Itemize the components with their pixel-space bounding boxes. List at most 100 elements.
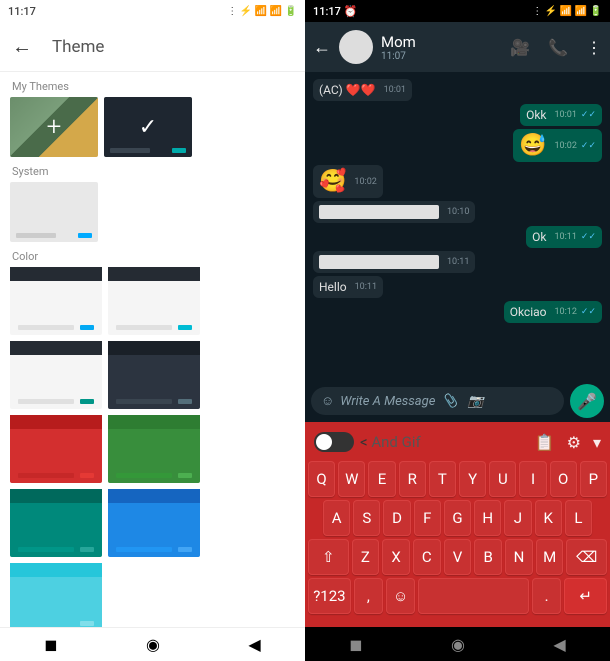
key[interactable]: E <box>368 461 395 497</box>
message-bubble[interactable]: 🥰10:02 <box>313 165 383 198</box>
nav-back-icon[interactable]: ◀ <box>553 635 565 654</box>
color-swatch[interactable] <box>108 341 200 409</box>
key-space[interactable] <box>418 578 529 614</box>
key[interactable]: ⇧ <box>308 539 349 575</box>
key[interactable]: P <box>580 461 607 497</box>
video-call-icon[interactable]: 🎥 <box>510 38 530 57</box>
key[interactable]: H <box>474 500 501 536</box>
key[interactable]: D <box>383 500 410 536</box>
key-comma[interactable]: , <box>354 578 383 614</box>
chat-panel: 11:17 ⏰ ⋮ ⚡ 📶 📶 🔋 ← Mom 11:07 🎥 📞 ⋮ (AC)… <box>305 0 610 661</box>
key[interactable]: B <box>474 539 502 575</box>
message-bubble[interactable]: Hello10:11 <box>313 276 383 298</box>
keyboard-suggestion[interactable]: < And Gif <box>360 433 529 451</box>
key[interactable]: F <box>414 500 441 536</box>
key[interactable]: C <box>413 539 441 575</box>
message-bubble[interactable]: 10:11 <box>313 251 475 273</box>
avatar[interactable] <box>339 30 373 64</box>
nav-recent-icon[interactable]: ◼ <box>44 635 57 654</box>
camera-icon[interactable]: 📷 <box>468 394 484 409</box>
key[interactable]: Y <box>459 461 486 497</box>
color-swatch[interactable] <box>108 267 200 335</box>
my-themes-grid <box>0 97 305 157</box>
color-swatch[interactable] <box>10 341 102 409</box>
android-nav-bar: ◼ ◉ ◀ <box>305 627 610 661</box>
message-bubble[interactable]: Ok10:11✓✓ <box>526 226 602 248</box>
key[interactable]: N <box>505 539 533 575</box>
emoji-icon[interactable]: ☺ <box>321 393 334 409</box>
clipboard-icon[interactable]: 📋 <box>535 433 555 452</box>
key[interactable]: O <box>550 461 577 497</box>
key[interactable]: U <box>489 461 516 497</box>
status-icons: ⋮ ⚡ 📶 📶 🔋 <box>227 6 297 17</box>
color-swatch[interactable] <box>10 563 102 631</box>
key[interactable]: A <box>323 500 350 536</box>
page-title: Theme <box>52 37 104 57</box>
key[interactable]: X <box>382 539 410 575</box>
back-arrow-icon[interactable]: ← <box>313 37 331 58</box>
theme-settings-panel: 11:17 ⋮ ⚡ 📶 📶 🔋 ← Theme My Themes System… <box>0 0 305 661</box>
chat-header: ← Mom 11:07 🎥 📞 ⋮ <box>305 22 610 72</box>
key[interactable]: K <box>535 500 562 536</box>
message-row: 10:11 <box>313 251 602 273</box>
color-swatch[interactable] <box>108 415 200 483</box>
back-arrow-icon[interactable]: ← <box>12 34 32 59</box>
keyboard-row: QWERTYUIOP <box>308 461 607 497</box>
section-color: Color <box>0 242 305 267</box>
key[interactable]: T <box>429 461 456 497</box>
nav-back-icon[interactable]: ◀ <box>248 635 260 654</box>
key[interactable]: W <box>338 461 365 497</box>
key[interactable]: J <box>504 500 531 536</box>
chat-body[interactable]: (AC) ❤️❤️10:01 Okk10:01✓✓ 😅10:02✓✓ 🥰10:02 10… <box>305 72 610 380</box>
more-icon[interactable]: ⋮ <box>586 38 602 57</box>
message-bubble[interactable]: Okciao10:12✓✓ <box>504 301 602 323</box>
section-my-themes: My Themes <box>0 72 305 97</box>
color-swatch[interactable] <box>10 415 102 483</box>
collapse-icon[interactable]: ▾ <box>593 433 601 452</box>
key[interactable]: I <box>519 461 546 497</box>
key[interactable]: M <box>536 539 564 575</box>
color-swatch[interactable] <box>10 489 102 557</box>
key[interactable]: L <box>565 500 592 536</box>
key[interactable]: S <box>353 500 380 536</box>
nav-home-icon[interactable]: ◉ <box>146 635 160 654</box>
selected-theme-card[interactable] <box>104 97 192 157</box>
contact-name: Mom <box>381 33 502 51</box>
settings-icon[interactable]: ⚙ <box>567 433 581 452</box>
key[interactable]: ⌫ <box>566 539 607 575</box>
nav-recent-icon[interactable]: ◼ <box>349 635 362 654</box>
keyboard-toggle[interactable] <box>314 432 354 452</box>
nav-home-icon[interactable]: ◉ <box>451 635 465 654</box>
message-bubble[interactable]: 😅10:02✓✓ <box>513 129 602 162</box>
input-placeholder: Write A Message <box>340 394 435 409</box>
attach-icon[interactable]: 📎 <box>441 394 457 409</box>
mic-button[interactable]: 🎤 <box>570 384 604 418</box>
key[interactable]: G <box>444 500 471 536</box>
key-enter[interactable]: ↵ <box>564 578 607 614</box>
message-row: 10:10 <box>313 201 602 223</box>
add-theme-card[interactable] <box>10 97 98 157</box>
key-emoji[interactable]: ☺ <box>386 578 415 614</box>
voice-call-icon[interactable]: 📞 <box>548 38 568 57</box>
key[interactable]: R <box>399 461 426 497</box>
key[interactable]: Z <box>352 539 380 575</box>
message-row: 🥰10:02 <box>313 165 602 198</box>
key[interactable]: Q <box>308 461 335 497</box>
message-bubble[interactable]: (AC) ❤️❤️10:01 <box>313 79 412 101</box>
chat-action-icons: 🎥 📞 ⋮ <box>510 38 602 57</box>
status-bar-right: 11:17 ⏰ ⋮ ⚡ 📶 📶 🔋 <box>305 0 610 22</box>
android-nav-bar: ◼ ◉ ◀ <box>0 627 305 661</box>
message-bubble[interactable]: 10:10 <box>313 201 475 223</box>
system-theme-card[interactable] <box>10 182 98 242</box>
key-period[interactable]: . <box>532 578 561 614</box>
message-bubble[interactable]: Okk10:01✓✓ <box>520 104 602 126</box>
color-swatch[interactable] <box>10 267 102 335</box>
message-input[interactable]: ☺ Write A Message 📎 📷 <box>311 387 564 415</box>
color-swatch[interactable] <box>108 489 200 557</box>
status-icons: ⋮ ⚡ 📶 📶 🔋 <box>532 6 602 17</box>
key-numbers[interactable]: ?123 <box>308 578 351 614</box>
chat-info[interactable]: Mom 11:07 <box>381 33 502 62</box>
status-bar-left: 11:17 ⋮ ⚡ 📶 📶 🔋 <box>0 0 305 22</box>
key[interactable]: V <box>444 539 472 575</box>
message-row: Okk10:01✓✓ <box>313 104 602 126</box>
